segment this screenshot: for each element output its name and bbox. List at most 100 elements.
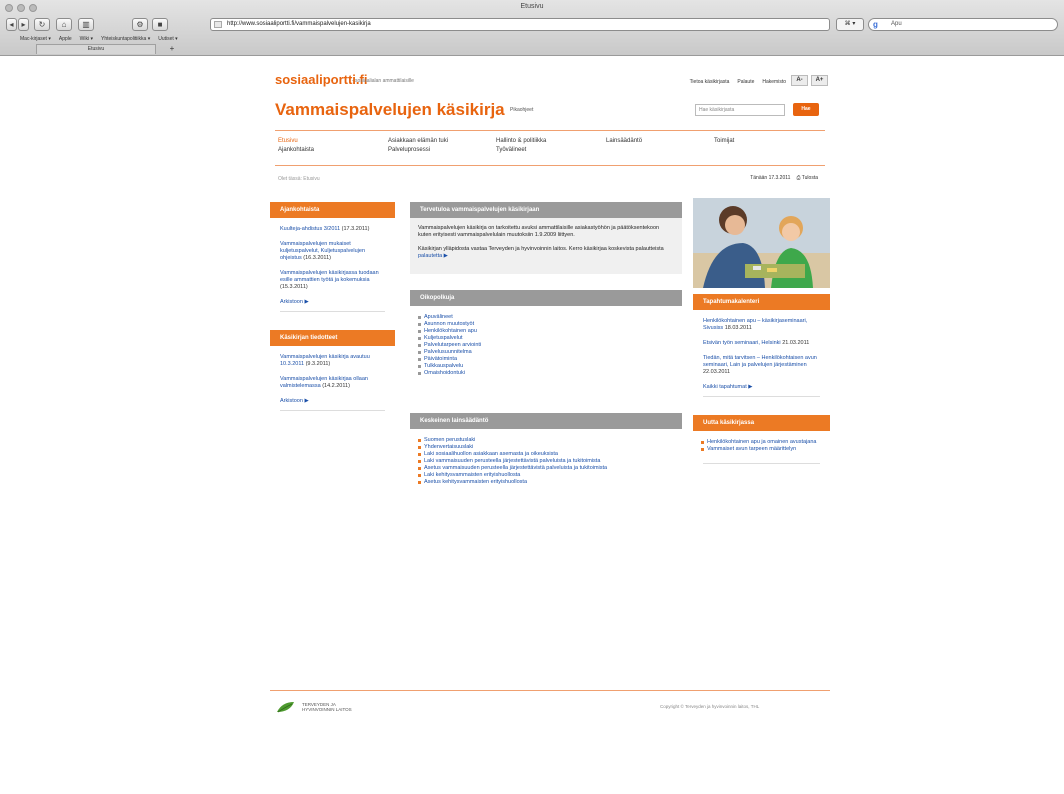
print-link[interactable]: ⎙ Tulosta: [796, 175, 818, 181]
print-browser-button[interactable]: ■: [152, 18, 168, 31]
all-events-link[interactable]: Kaikki tapahtumat ▶: [703, 384, 820, 390]
print-label: Tulosta: [801, 175, 818, 181]
intro-paragraph-1: Vammaispalvelujen käsikirja on tarkoitet…: [418, 225, 660, 238]
news-item[interactable]: Vammaispalvelujen mukaiset kuljetuspalve…: [280, 241, 385, 262]
nav-item-tools[interactable]: Työvälineet: [496, 146, 526, 154]
font-smaller-button[interactable]: A-: [791, 75, 808, 86]
nav-item-life-support[interactable]: Asiakkaan elämän tuki: [388, 137, 448, 145]
url-text: http://www.sosiaaliportti.fi/vammaispalv…: [227, 21, 371, 27]
font-larger-button[interactable]: A+: [811, 75, 828, 86]
news-item-text: Kuulteja-ahdistus 3/2011: [280, 226, 341, 232]
shortcut-link[interactable]: Kuljetuspalvelut: [418, 335, 674, 342]
nav-item-legislation[interactable]: Lainsäädäntö: [606, 137, 642, 145]
home-icon: ⌂: [61, 20, 67, 29]
event-item-text: Tiedän, mitä tarvitsen – Henkilökohtaise…: [703, 355, 817, 368]
event-item[interactable]: Etsivän työn seminaari, Helsinki 21.03.2…: [703, 340, 820, 347]
window-title: Etusivu: [520, 3, 544, 10]
whats-new-link[interactable]: Vammaiset avun tarpeen määrittelyn: [701, 446, 822, 453]
update-item[interactable]: Vammaispalvelujen käsikirjaa ollaan valm…: [280, 376, 385, 390]
site-header-title: Vammaispalvelujen käsikirja Pikaohjeet H…: [270, 90, 830, 130]
toplink-index[interactable]: Hakemisto: [762, 79, 786, 85]
shortcut-link[interactable]: Omaishoidontuki: [418, 370, 674, 377]
thl-name-line2: HYVINVOINNIN LAITOS: [302, 707, 352, 712]
law-link[interactable]: Suomen perustuslaki: [418, 437, 674, 444]
news-item[interactable]: Vammaispalvelujen käsikirjassa tuodaan e…: [280, 270, 385, 291]
thl-leaf-icon: [277, 702, 294, 713]
right-divider: [703, 463, 820, 464]
copyright-text: Copyright © Terveyden ja hyvinvoinnin la…: [660, 704, 760, 709]
forward-button[interactable]: ▸: [18, 18, 29, 31]
site-search-button[interactable]: Hae: [793, 103, 819, 116]
news-list: Kuulteja-ahdistus 3/2011 (17.3.2011) Vam…: [270, 218, 395, 305]
bookmark-button[interactable]: ▥: [78, 18, 94, 31]
bookmark-item[interactable]: Mac-kirjaset ▾: [20, 36, 51, 42]
site-search-input[interactable]: Hae käsikirjasta: [695, 104, 785, 116]
nav-item-home[interactable]: Etusivu: [278, 137, 298, 145]
thl-name: TERVEYDEN JA HYVINVOINNIN LAITOS: [302, 702, 352, 712]
book-icon: ▥: [82, 20, 90, 29]
law-link[interactable]: Laki sosiaalihuollon asiakkaan asemasta …: [418, 451, 674, 458]
nav-item-service-process[interactable]: Palveluprosessi: [388, 146, 430, 154]
nav-item-actors[interactable]: Toimijat: [714, 137, 734, 145]
breadcrumb-bar: Olet tässä: Etusivu Tänään 17.3.2011 ⎙ T…: [270, 170, 830, 190]
shortcut-link[interactable]: Palvelutarpeen arviointi: [418, 342, 674, 349]
updates-archive-link[interactable]: Arkistoon ▶: [280, 398, 385, 404]
news-item[interactable]: Kuulteja-ahdistus 3/2011 (17.3.2011): [280, 226, 385, 233]
intro-box: Vammaispalvelujen käsikirja on tarkoitet…: [410, 218, 682, 274]
footer-divider: [270, 690, 830, 691]
browser-tab[interactable]: Etusivu: [36, 44, 156, 54]
events-list: Henkilökohtainen apu – käsikirjaseminaar…: [693, 310, 830, 390]
toplink-about[interactable]: Tietoa käsikirjasta: [690, 79, 730, 85]
reload-button[interactable]: ↻: [34, 18, 50, 31]
bookmark-item[interactable]: Yhteiskuntapolitiikka ▾: [101, 36, 150, 42]
nav-item-current[interactable]: Ajankohtaista: [278, 146, 314, 154]
bookmark-item[interactable]: Uutiset ▾: [158, 36, 177, 42]
bookmark-item[interactable]: Wiki ▾: [80, 36, 93, 42]
center-column: Tervetuloa vammaispalvelujen käsikirjaan…: [410, 202, 682, 486]
site-favicon-icon: [214, 21, 222, 28]
update-item-date: (14.2.2011): [322, 383, 350, 389]
feedback-link[interactable]: palautetta ▶: [418, 253, 448, 259]
shortcut-link[interactable]: Apuvälineet: [418, 314, 674, 321]
quick-guide-link[interactable]: Pikaohjeet: [510, 107, 533, 113]
event-item[interactable]: Tiedän, mitä tarvitsen – Henkilökohtaise…: [703, 355, 820, 376]
nav-item-administration[interactable]: Hallinto & politiikka: [496, 137, 546, 145]
shortcut-link[interactable]: Päivätoiminta: [418, 356, 674, 363]
law-link[interactable]: Laki kehitysvammaisten erityishuollosta: [418, 472, 674, 479]
printer-icon: ⎙: [796, 175, 801, 181]
shortcut-link[interactable]: Tulkkauspalvelu: [418, 363, 674, 370]
news-item-date: (17.3.2011): [341, 226, 370, 232]
law-link[interactable]: Laki vammaisuuden perusteella järjestett…: [418, 458, 674, 465]
law-link[interactable]: Yhdenvertaisuuslaki: [418, 444, 674, 451]
brand-subtitle: - sosiaalialan ammattilaisille: [352, 78, 414, 84]
law-link[interactable]: Asetus kehitysvammaisten erityishuollost…: [418, 479, 674, 486]
address-bar[interactable]: http://www.sosiaaliportti.fi/vammaispalv…: [210, 18, 830, 31]
news-heading: Ajankohtaista: [270, 202, 395, 218]
new-tab-button[interactable]: +: [166, 44, 178, 54]
right-column: Tapahtumakalenteri Henkilökohtainen apu …: [693, 198, 830, 468]
news-item-date: (16.3.2011): [303, 255, 331, 261]
home-button[interactable]: ⌂: [56, 18, 72, 31]
thl-logo[interactable]: TERVEYDEN JA HYVINVOINNIN LAITOS: [276, 700, 352, 714]
event-item[interactable]: Henkilökohtainen apu – käsikirjaseminaar…: [703, 318, 820, 332]
update-item[interactable]: Vammaispalvelujen käsikirja avautuu 10.3…: [280, 354, 385, 368]
rss-button[interactable]: ⌘ ▾: [836, 18, 864, 31]
event-item-text: Etsivän työn seminaari, Helsinki: [703, 340, 781, 346]
back-button[interactable]: ◂: [6, 18, 17, 31]
news-archive-link[interactable]: Arkistoon ▶: [280, 299, 385, 305]
law-link[interactable]: Asetus vammaisuuden perusteella järjeste…: [418, 465, 674, 472]
legislation-heading: Keskeinen lainsäädäntö: [410, 413, 682, 429]
right-divider: [703, 396, 820, 397]
whats-new-link[interactable]: Henkilökohtainen apu ja omainen avustaja…: [701, 439, 822, 446]
shortcut-link[interactable]: Palvelusuunnitelma: [418, 349, 674, 356]
toplink-feedback[interactable]: Palaute: [737, 79, 754, 85]
browser-search-input[interactable]: g Apu: [868, 18, 1058, 31]
shortcut-link[interactable]: Henkilökohtainen apu: [418, 328, 674, 335]
intro-paragraph-2: Käsikirjan ylläpidosta vastaa Terveyden …: [418, 246, 674, 260]
browser-toolbar: ◂ ▸ ↻ ⌂ ▥ ⚙ ■ http://www.sosiaaliportti.…: [0, 16, 1064, 34]
tools-button[interactable]: ⚙: [132, 18, 148, 31]
bookmark-item[interactable]: Apple: [59, 36, 72, 42]
shortcut-link[interactable]: Asunnon muutostyöt: [418, 321, 674, 328]
adult-and-child-photo: [693, 198, 830, 288]
